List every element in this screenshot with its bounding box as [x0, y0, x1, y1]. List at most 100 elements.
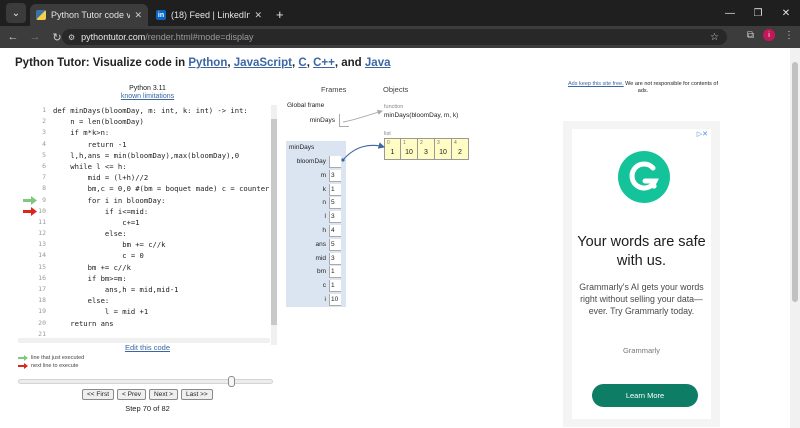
close-window-icon[interactable]: ✕ [772, 8, 800, 19]
ad-banner[interactable]: ▷✕ Your words are safe with us. Grammarl… [563, 121, 720, 427]
learn-more-button[interactable]: Learn More [592, 384, 698, 407]
browser-toolbar: ← → ↻ ⚙ pythontutor.com/render.html#mode… [0, 26, 800, 48]
code-line: 18 else: [18, 295, 270, 306]
code-line: 1 def minDays(bloomDay, m: int, k: int) -… [18, 105, 270, 116]
page-scrollbar[interactable] [790, 48, 800, 428]
line-number: 9 [42, 195, 46, 204]
list-cell: 42 [452, 138, 469, 160]
local-var-name: mid [315, 254, 326, 262]
prev-step-button[interactable]: < Prev [117, 389, 147, 400]
local-var-name: bloomDay [296, 158, 326, 165]
ad-headline: Your words are safe with us. [577, 234, 706, 269]
local-var-row: bloomDay [286, 156, 346, 169]
ad-content[interactable]: ▷✕ Your words are safe with us. Grammarl… [572, 129, 711, 419]
local-var-name: m [320, 171, 326, 179]
ads-keep-site-free-link[interactable]: Ads keep this site free. [568, 81, 624, 87]
lang-link-cpp[interactable]: C++ [313, 57, 335, 69]
local-var-name: l [324, 213, 326, 221]
back-icon[interactable]: ← [4, 31, 22, 43]
tab-search-icon[interactable]: ⌄ [6, 3, 26, 23]
last-step-button[interactable]: Last >> [180, 389, 213, 400]
code-scrollbar-thumb[interactable] [271, 119, 277, 325]
line-number: 4 [42, 139, 46, 148]
code-text: c = 0 [53, 251, 144, 261]
window-controls: — ❐ ✕ [716, 0, 800, 26]
close-tab-icon[interactable]: ✕ [254, 10, 262, 21]
local-var-row: i 10 [286, 294, 346, 307]
code-line: 3 if m*k>n: [18, 127, 270, 138]
line-number: 11 [38, 217, 46, 226]
list-cell-index: 4 [454, 140, 457, 146]
minimize-icon[interactable]: — [716, 8, 744, 19]
ad-brand-name: Grammarly [622, 346, 661, 355]
title-separator: , [227, 57, 231, 69]
page-scrollbar-thumb[interactable] [792, 62, 798, 302]
toolbar-actions: ⧉ i ⋮ [747, 29, 794, 41]
known-limitations-link[interactable]: known limitations [60, 93, 235, 100]
line-number: 5 [42, 150, 46, 159]
code-display: 1 def minDays(bloomDay, m: int, k: int) -… [18, 105, 270, 338]
browser-tab-linkedin[interactable]: in (18) Feed | LinkedIn ✕ [150, 4, 268, 26]
local-var-name: i [324, 296, 326, 303]
restore-icon[interactable]: ❐ [744, 8, 772, 19]
local-var-name: n [322, 199, 326, 207]
list-cell-value: 10 [405, 149, 413, 156]
menu-kebab-icon[interactable]: ⋮ [784, 30, 794, 41]
legend-next-text: next line to execute [31, 363, 79, 369]
step-slider-thumb[interactable] [228, 376, 235, 387]
local-var-value: 5 [329, 238, 341, 251]
next-step-button[interactable]: Next > [149, 389, 178, 400]
lang-link-javascript[interactable]: JavaScript [234, 57, 292, 69]
line-number: 2 [42, 117, 46, 126]
code-text: else: [53, 229, 127, 239]
code-text: else: [53, 296, 110, 306]
code-text: return -1 [53, 139, 127, 149]
local-var-row: h4 [286, 225, 346, 238]
line-number: 16 [38, 273, 46, 282]
global-var-name: minDays [309, 117, 335, 124]
grammarly-logo-icon [618, 151, 670, 203]
local-var-name: k [322, 185, 326, 193]
site-info-icon[interactable]: ⚙ [68, 33, 75, 42]
browser-tab-bar: ⌄ Python Tutor code visualizer: Vi ✕ in … [0, 0, 800, 26]
code-line: 10 if i<=mid: [18, 206, 270, 217]
forward-icon[interactable]: → [26, 31, 44, 43]
code-text: bm += c//k [53, 262, 131, 272]
first-step-button[interactable]: << First [82, 389, 115, 400]
list-cell: 01 [384, 138, 401, 160]
line-number: 21 [38, 329, 46, 338]
code-line: 14 c = 0 [18, 250, 270, 261]
profile-avatar[interactable]: i [763, 29, 775, 41]
lang-link-java[interactable]: Java [365, 57, 391, 69]
line-number: 8 [42, 184, 46, 193]
address-bar[interactable]: ⚙ pythontutor.com/render.html#mode=displ… [62, 29, 727, 45]
ad-disclaimer: Ads keep this site free. We are not resp… [568, 81, 718, 95]
local-var-value: 1 [329, 280, 341, 293]
ad-close-icon[interactable]: ▷✕ [697, 130, 708, 138]
lang-link-c[interactable]: C [298, 57, 306, 69]
objects-header: Objects [383, 85, 409, 94]
bloomday-pointer-arrow [342, 142, 386, 161]
local-var-row: l3 [286, 211, 346, 224]
code-scrollbar[interactable] [271, 105, 277, 345]
edit-code-link[interactable]: Edit this code [100, 343, 195, 352]
new-tab-button[interactable]: + [276, 7, 284, 22]
line-number: 1 [42, 106, 46, 114]
browser-tab-python-tutor[interactable]: Python Tutor code visualizer: Vi ✕ [30, 4, 148, 26]
title-prefix: Python Tutor: Visualize code in [15, 57, 186, 69]
tab-title: Python Tutor code visualizer: Vi [51, 10, 131, 20]
lang-link-python[interactable]: Python [188, 57, 227, 69]
local-var-value: 1 [329, 183, 341, 196]
red-arrow-icon [18, 363, 28, 369]
list-object-label: list [384, 131, 391, 137]
local-frame-title: minDays [289, 144, 315, 151]
bookmark-star-icon[interactable]: ☆ [710, 32, 719, 43]
close-tab-icon[interactable]: ✕ [134, 10, 142, 21]
line-number: 20 [38, 318, 46, 327]
extensions-icon[interactable]: ⧉ [747, 30, 754, 41]
code-text: while l <= h: [53, 161, 127, 171]
local-var-name: ans [315, 240, 326, 248]
local-var-value [329, 156, 341, 168]
list-cell: 3 10 [435, 138, 452, 160]
local-var-row: k1 [286, 183, 346, 197]
